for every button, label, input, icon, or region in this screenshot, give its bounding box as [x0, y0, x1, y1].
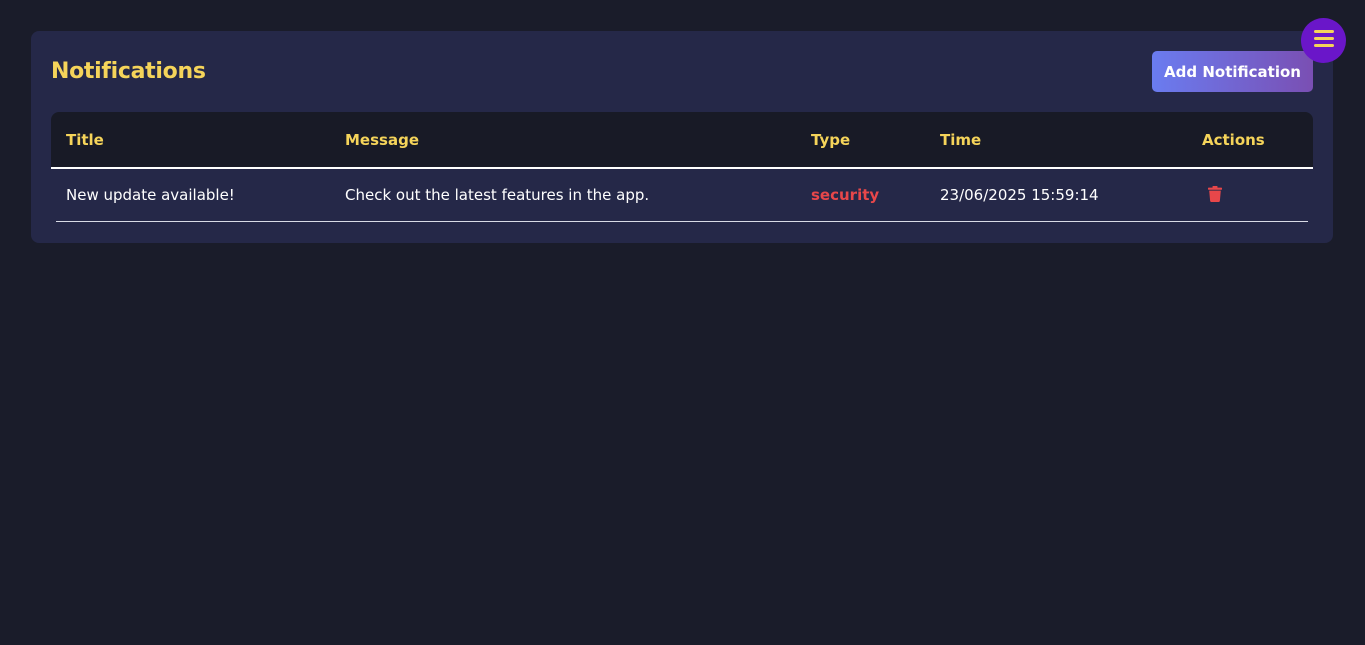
- menu-button[interactable]: [1301, 18, 1346, 63]
- page-title: Notifications: [51, 59, 206, 84]
- cell-message: Check out the latest features in the app…: [345, 186, 650, 204]
- cell-time: 23/06/2025 15:59:14: [940, 186, 1099, 204]
- notifications-table: Title Message Type Time Actions New upda…: [51, 112, 1313, 223]
- cell-title: New update available!: [66, 186, 235, 204]
- column-header-message: Message: [345, 131, 419, 149]
- table-header: Title Message Type Time Actions: [51, 112, 1313, 169]
- notifications-panel: Notifications Add Notification Title Mes…: [31, 31, 1333, 243]
- column-header-type: Type: [811, 131, 851, 149]
- trash-icon[interactable]: [1208, 186, 1224, 204]
- add-notification-button[interactable]: Add Notification: [1152, 51, 1313, 92]
- column-header-time: Time: [940, 131, 982, 149]
- hamburger-menu-icon: [1313, 30, 1334, 51]
- column-header-title: Title: [66, 131, 104, 149]
- cell-type: security: [811, 186, 880, 204]
- table-row: New update available! Check out the late…: [56, 169, 1308, 222]
- column-header-actions: Actions: [1202, 131, 1265, 149]
